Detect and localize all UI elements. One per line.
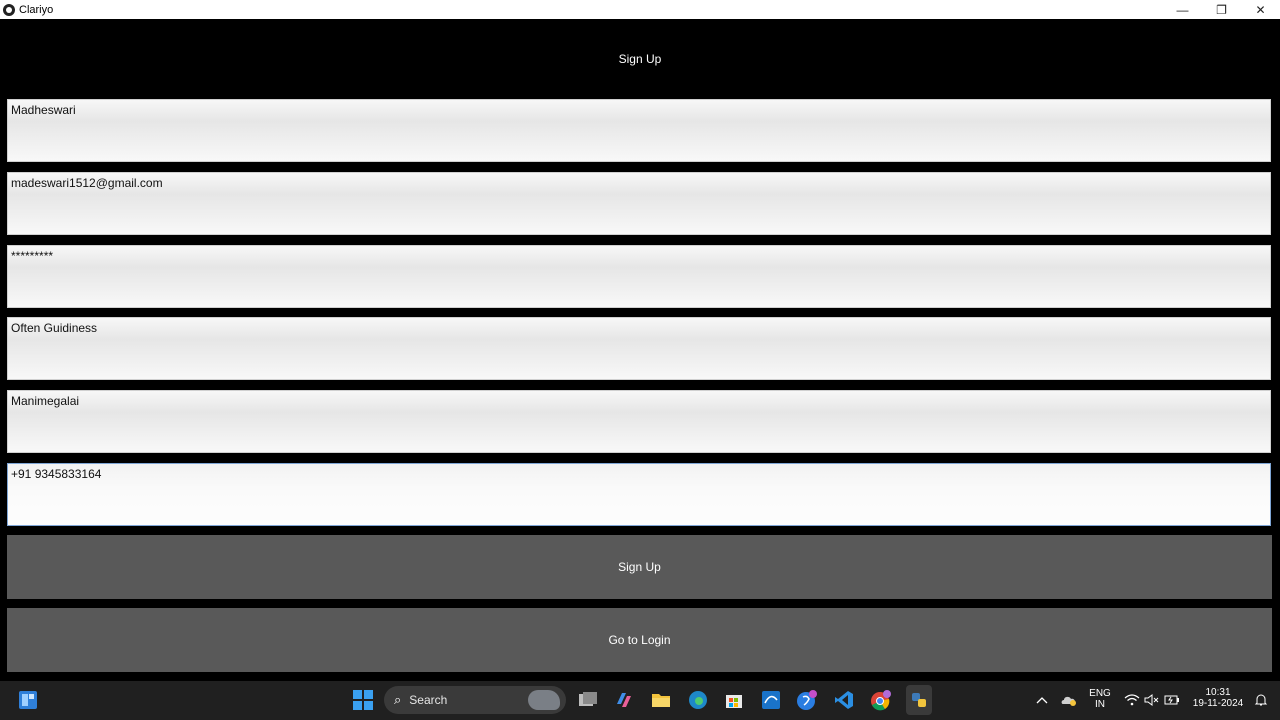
- chrome-icon[interactable]: [870, 689, 892, 711]
- battery-charging-icon[interactable]: [1161, 689, 1183, 711]
- name-field[interactable]: Madheswari: [7, 99, 1271, 162]
- field-often-guidiness[interactable]: Often Guidiness: [7, 317, 1271, 380]
- window-titlebar: Clariyo — ❐ ✕: [0, 0, 1280, 19]
- messenger-app-icon[interactable]: [796, 689, 818, 711]
- edge-browser-icon[interactable]: [687, 689, 709, 711]
- taskbar: ⌕ Search ENG IN 10:31 19-11-2024: [0, 681, 1280, 720]
- region-code: IN: [1095, 699, 1105, 710]
- volume-muted-icon[interactable]: [1141, 689, 1163, 711]
- app-logo-icon: [3, 3, 15, 16]
- go-to-login-button[interactable]: Go to Login: [7, 608, 1272, 672]
- close-button[interactable]: ✕: [1241, 0, 1280, 19]
- copilot-icon[interactable]: [613, 689, 635, 711]
- show-hidden-icons-chevron-icon[interactable]: [1031, 689, 1053, 711]
- start-menu-icon[interactable]: [352, 689, 374, 711]
- python-app-icon[interactable]: [906, 685, 932, 715]
- restore-button[interactable]: ❐: [1202, 0, 1241, 19]
- minimize-button[interactable]: —: [1163, 0, 1202, 19]
- wifi-icon[interactable]: [1121, 689, 1143, 711]
- phone-field[interactable]: +91 9345833164: [7, 463, 1271, 526]
- input-language[interactable]: ENG IN: [1088, 688, 1112, 710]
- onedrive-icon[interactable]: [1058, 689, 1080, 711]
- search-icon: ⌕: [394, 692, 402, 707]
- clock-date: 19-11-2024: [1192, 698, 1244, 709]
- page-title: Sign Up: [618, 52, 662, 66]
- signup-screen: Sign Up Madheswari madeswari1512@gmail.c…: [0, 19, 1280, 681]
- search-label: Search: [409, 693, 448, 707]
- password-field[interactable]: *********: [7, 245, 1271, 308]
- microsoft-store-icon[interactable]: [723, 689, 745, 711]
- field-manimegalai[interactable]: Manimegalai: [7, 390, 1271, 453]
- email-field[interactable]: madeswari1512@gmail.com: [7, 172, 1271, 235]
- language-code: ENG: [1089, 688, 1111, 699]
- file-explorer-icon[interactable]: [650, 689, 672, 711]
- taskbar-search[interactable]: ⌕ Search: [384, 686, 566, 714]
- window-controls: — ❐ ✕: [1163, 0, 1280, 19]
- signup-button[interactable]: Sign Up: [7, 535, 1272, 599]
- clock-time: 10:31: [1205, 687, 1231, 698]
- clock[interactable]: 10:31 19-11-2024: [1188, 687, 1248, 709]
- mysql-workbench-icon[interactable]: [760, 689, 782, 711]
- notification-bell-icon[interactable]: [1250, 689, 1272, 711]
- window-title: Clariyo: [19, 3, 54, 16]
- widgets-icon[interactable]: [17, 689, 39, 711]
- search-highlight-icon: [528, 690, 560, 710]
- task-view-icon[interactable]: [577, 689, 599, 711]
- vscode-icon[interactable]: [833, 689, 855, 711]
